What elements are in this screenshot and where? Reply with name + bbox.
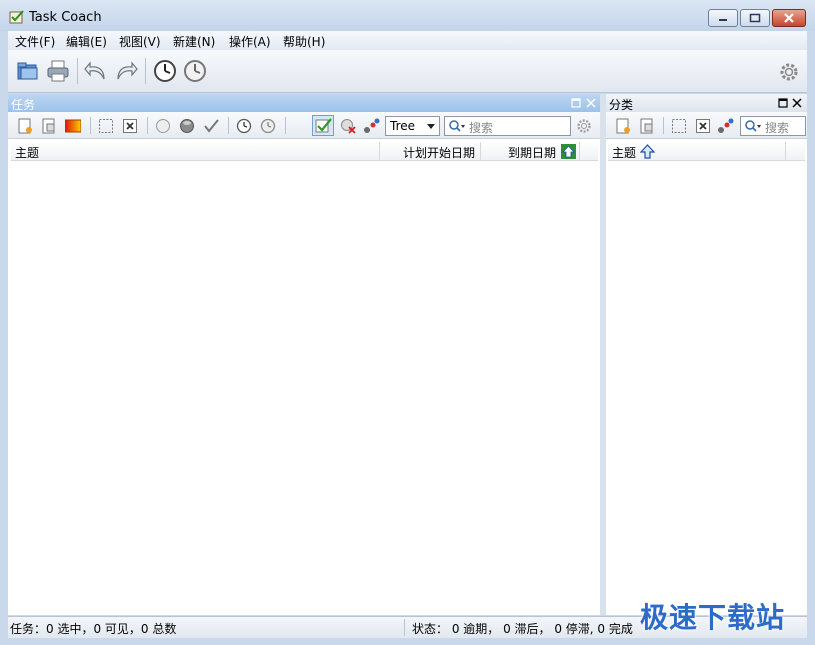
menu-help[interactable]: 帮助(H): [283, 33, 325, 50]
hide-inactive-icon[interactable]: [340, 118, 356, 134]
delete-icon[interactable]: [695, 118, 711, 134]
color-icon[interactable]: [65, 118, 81, 134]
new-subcategory-icon[interactable]: [639, 118, 655, 134]
toolbar-separator: [663, 117, 664, 134]
window-title: Task Coach: [29, 10, 102, 25]
mark-active-icon[interactable]: [179, 118, 195, 134]
expand-all-icon[interactable]: [671, 118, 687, 134]
column-subject[interactable]: 主题: [15, 144, 39, 161]
delete-icon[interactable]: [122, 118, 138, 134]
close-pane-icon[interactable]: [586, 95, 596, 111]
status-separator: [404, 619, 405, 636]
category-pane-header: 分类: [606, 94, 807, 112]
stop-tracking-clock-icon[interactable]: [183, 59, 207, 83]
menu-new[interactable]: 新建(N): [173, 33, 215, 50]
category-column-header: 主题: [608, 142, 805, 161]
toolbar-separator: [145, 58, 146, 84]
view-mode-select[interactable]: Tree: [385, 116, 440, 136]
task-state-status: 状态： 0 逾期， 0 滞后， 0 停滞, 0 完成: [412, 622, 633, 636]
show-hierarchy-icon[interactable]: [363, 118, 381, 134]
tasks-pane-header: 任务: [8, 94, 600, 112]
tasks-pane: 任务 Tree 搜索 主题 计划开始日期 到期日期: [8, 94, 600, 615]
toolbar-separator: [228, 117, 229, 134]
menu-view[interactable]: 视图(V): [119, 33, 161, 50]
close-window-button[interactable]: [772, 9, 806, 27]
column-subject[interactable]: 主题: [612, 144, 636, 161]
minimize-icon: [719, 19, 727, 21]
toolbar-separator: [285, 117, 286, 134]
close-pane-icon[interactable]: [792, 95, 802, 111]
toolbar-separator: [77, 58, 78, 84]
task-column-header: 主题 计划开始日期 到期日期: [11, 142, 598, 161]
task-list[interactable]: [11, 161, 598, 613]
close-icon: [784, 13, 794, 23]
stop-effort-clock-icon[interactable]: [260, 118, 276, 134]
category-search-box[interactable]: 搜索: [740, 116, 806, 136]
checklist-icon: [315, 118, 332, 133]
column-due-date[interactable]: 到期日期: [508, 144, 556, 161]
column-divider[interactable]: [785, 142, 786, 160]
task-count-status: 任务：0 选中，0 可见，0 总数: [10, 622, 177, 636]
new-category-icon[interactable]: [615, 118, 631, 134]
hide-completed-toggle[interactable]: [312, 115, 334, 136]
toolbar-separator: [90, 117, 91, 134]
column-divider[interactable]: [379, 142, 380, 160]
sort-ascending-icon: [640, 144, 655, 159]
menu-edit[interactable]: 编辑(E): [66, 33, 107, 50]
start-tracking-clock-icon[interactable]: [153, 59, 177, 83]
search-options-gear-icon[interactable]: [576, 118, 592, 134]
maximize-button[interactable]: [740, 9, 770, 27]
toolbar-separator: [147, 117, 148, 134]
view-mode-value: Tree: [390, 119, 416, 133]
tasks-toolbar: Tree 搜索: [8, 112, 600, 139]
menu-bar: 文件(F) 编辑(E) 视图(V) 新建(N) 操作(A) 帮助(H): [8, 31, 807, 50]
print-icon[interactable]: [46, 60, 70, 82]
redo-icon[interactable]: [114, 59, 138, 83]
expand-all-icon[interactable]: [98, 118, 114, 134]
category-pane-title: 分类: [609, 98, 634, 112]
minimize-button[interactable]: [708, 9, 738, 27]
restore-pane-icon[interactable]: [778, 95, 788, 111]
undo-icon[interactable]: [84, 59, 108, 83]
menu-actions[interactable]: 操作(A): [229, 33, 271, 50]
category-pane: 分类 搜索 主题: [606, 94, 807, 615]
restore-pane-icon[interactable]: [571, 95, 581, 111]
start-effort-clock-icon[interactable]: [236, 118, 252, 134]
column-divider[interactable]: [579, 142, 580, 160]
app-logo-icon: [9, 10, 24, 24]
task-search-placeholder: 搜索: [469, 121, 494, 135]
sort-ascending-icon: [561, 144, 576, 159]
main-toolbar: [8, 50, 807, 93]
settings-gear-icon[interactable]: [778, 61, 800, 83]
maximize-icon: [749, 13, 761, 23]
new-subtask-icon[interactable]: [41, 118, 57, 134]
mark-inactive-icon[interactable]: [155, 118, 171, 134]
new-task-icon[interactable]: [17, 118, 33, 134]
open-folder-icon[interactable]: [16, 60, 40, 82]
search-icon: [449, 120, 465, 132]
category-search-placeholder: 搜索: [765, 121, 790, 135]
task-search-box[interactable]: 搜索: [444, 116, 571, 136]
category-list[interactable]: [608, 161, 805, 613]
search-icon: [745, 120, 761, 132]
title-bar: Task Coach: [0, 0, 815, 31]
show-hierarchy-icon[interactable]: [717, 118, 735, 134]
column-divider[interactable]: [480, 142, 481, 160]
category-toolbar: 搜索: [606, 112, 807, 139]
mark-completed-checkmark-icon[interactable]: [203, 118, 219, 134]
column-planned-start-date[interactable]: 计划开始日期: [403, 144, 475, 161]
chevron-down-icon: [427, 124, 435, 129]
menu-file[interactable]: 文件(F): [15, 33, 55, 50]
tasks-pane-title: 任务: [11, 98, 36, 112]
watermark: 极速下载站: [640, 601, 786, 634]
